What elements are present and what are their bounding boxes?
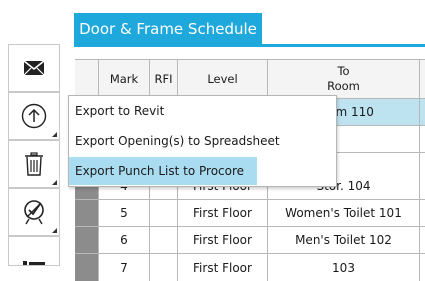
dropdown-corner-icon [52,180,57,185]
row-selector[interactable] [75,200,99,226]
table-row[interactable]: 6 First Floor Men's Toilet 102 [75,227,425,254]
menu-item-export-openings-spreadsheet[interactable]: Export Opening(s) to Spreadsheet [69,127,334,155]
column-header-label: Mark [109,71,139,86]
menu-item-export-to-revit[interactable]: Export to Revit [69,97,257,125]
table-row[interactable]: 7 First Floor 103 [75,254,425,281]
cell-more [420,99,425,125]
left-toolbar [8,44,60,266]
delete-button[interactable] [8,140,60,188]
cell-more [420,227,425,253]
column-header-rfi[interactable]: RFI [150,60,178,98]
cell-more [420,254,425,281]
cell-mark: 7 [99,254,150,281]
menu-item-label: Export to Revit [75,104,165,118]
list-icon [23,253,45,265]
title-underline [74,44,425,47]
column-header-label: To [337,64,350,78]
cell-more [420,126,425,152]
menu-item-export-punch-list-procore[interactable]: Export Punch List to Procore [69,157,257,185]
column-header-more [420,60,425,98]
dropdown-corner-icon [52,228,57,233]
schedule-title: Door & Frame Schedule [79,19,257,38]
list-button[interactable] [8,236,60,266]
table-row[interactable]: 5 First Floor Women's Toilet 101 [75,200,425,227]
cell-rfi [150,254,178,281]
cell-mark: 5 [99,200,150,226]
trash-icon [24,152,44,176]
verify-button[interactable] [8,188,60,236]
cell-rfi [150,227,178,253]
cell-level: First Floor [178,254,268,281]
cell-level: First Floor [178,200,268,226]
column-header-label: Level [207,71,238,86]
row-header-corner [75,60,99,98]
dropdown-corner-icon [52,132,57,137]
cell-more [420,200,425,226]
export-button[interactable] [8,92,60,140]
cell-mark: 6 [99,227,150,253]
column-header-label: Room [327,79,360,93]
cell-to-room: 103 [268,254,420,281]
cell-rfi [150,200,178,226]
column-header-label: RFI [154,71,173,86]
email-button[interactable] [8,44,60,92]
export-context-menu: Export to Revit Export Opening(s) to Spr… [68,95,337,187]
cell-to-room: Women's Toilet 101 [268,200,420,226]
cell-level: First Floor [178,227,268,253]
column-header-mark[interactable]: Mark [99,60,150,98]
column-header-level[interactable]: Level [178,60,268,98]
cell-to-room: Men's Toilet 102 [268,227,420,253]
menu-item-label: Export Punch List to Procore [75,164,245,178]
no-check-icon [21,198,47,226]
menu-item-label: Export Opening(s) to Spreadsheet [75,134,280,148]
row-selector[interactable] [75,227,99,253]
row-selector[interactable] [75,254,99,281]
column-header-to-room[interactable]: To Room [268,60,420,98]
cell-more [420,173,425,199]
envelope-icon [23,60,45,76]
table-header-row: Mark RFI Level To Room [75,59,425,99]
schedule-title-tab[interactable]: Door & Frame Schedule [74,13,262,44]
upload-arrow-icon [21,103,47,129]
